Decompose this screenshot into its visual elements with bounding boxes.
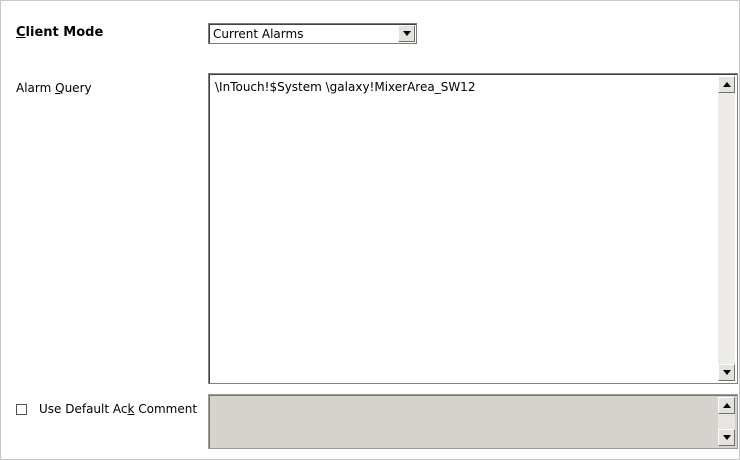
arrow-down-icon bbox=[722, 435, 731, 440]
client-mode-selected-value: Current Alarms bbox=[213, 27, 304, 41]
arrow-up-icon bbox=[722, 82, 731, 87]
alarm-query-textarea[interactable]: \InTouch!$System \galaxy!MixerArea_SW12 bbox=[208, 73, 738, 384]
use-default-ack-comment-label[interactable]: Use Default Ack Comment bbox=[39, 402, 197, 416]
ack-comment-textarea bbox=[208, 394, 738, 449]
client-mode-dropdown[interactable]: Current Alarms bbox=[208, 23, 417, 44]
client-mode-label: Client Mode bbox=[16, 25, 104, 40]
scroll-down-button[interactable] bbox=[718, 364, 735, 381]
scroll-down-button bbox=[718, 429, 735, 446]
scroll-up-button[interactable] bbox=[718, 76, 735, 93]
alarm-query-scrollbar[interactable] bbox=[718, 76, 735, 381]
scroll-up-button bbox=[718, 397, 735, 414]
dropdown-button[interactable] bbox=[398, 25, 415, 42]
settings-panel: Client Mode Current Alarms Alarm Query \… bbox=[0, 0, 740, 460]
arrow-up-icon bbox=[722, 403, 731, 408]
use-default-ack-comment-checkbox[interactable] bbox=[16, 404, 27, 415]
alarm-query-value: \InTouch!$System \galaxy!MixerArea_SW12 bbox=[215, 80, 476, 94]
alarm-query-label: Alarm Query bbox=[16, 81, 92, 95]
arrow-down-icon bbox=[722, 370, 731, 375]
chevron-down-icon bbox=[402, 31, 411, 36]
ack-comment-scrollbar bbox=[718, 397, 735, 446]
